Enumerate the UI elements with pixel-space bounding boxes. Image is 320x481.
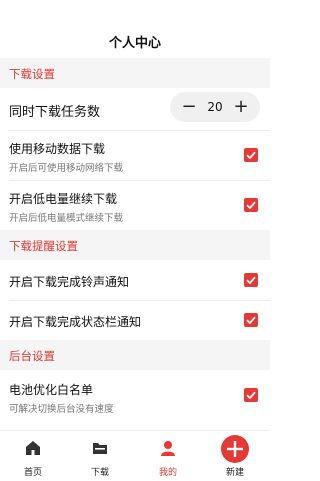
statusbar-label: 开启下载完成状态栏通知 (9, 315, 142, 329)
section-title: 下载设置 (9, 67, 55, 81)
tab-download[interactable]: 下载 (70, 431, 130, 481)
tab-label: 首页 (23, 468, 42, 478)
check-icon (246, 151, 256, 160)
user-icon (161, 441, 175, 456)
mobile-data-checkbox[interactable] (244, 148, 258, 162)
mobile-data-desc: 开启后可使用移动网络下载 (9, 163, 124, 174)
home-icon (26, 441, 40, 455)
increment-button[interactable]: + (228, 92, 254, 122)
low-battery-label: 开启低电量继续下载 (9, 192, 118, 206)
tab-label: 我的 (158, 468, 177, 478)
battery-whitelist-desc: 可解决切换后台没有速度 (9, 404, 114, 415)
folder-icon (93, 443, 107, 454)
section-header-reminder: 下载提醒设置 (0, 230, 270, 260)
battery-whitelist-row[interactable]: 电池优化白名单 可解决切换后台没有速度 (0, 370, 270, 420)
statusbar-checkbox[interactable] (244, 313, 258, 327)
low-battery-checkbox[interactable] (244, 198, 258, 212)
ringtone-label: 开启下载完成铃声通知 (9, 275, 130, 289)
mobile-data-label: 使用移动数据下载 (9, 142, 106, 156)
check-icon (246, 201, 256, 210)
new-task-label: 新建 (225, 468, 244, 478)
concurrent-tasks-stepper: − 20 + (170, 92, 260, 122)
ringtone-checkbox[interactable] (244, 273, 258, 287)
concurrent-tasks-label: 同时下载任务数 (9, 105, 101, 120)
check-icon (246, 316, 256, 325)
ringtone-row[interactable]: 开启下载完成铃声通知 (0, 260, 270, 300)
page-title: 个人中心 (108, 36, 161, 51)
statusbar-row[interactable]: 开启下载完成状态栏通知 (0, 301, 270, 340)
check-icon (246, 391, 256, 400)
section-header-background: 后台设置 (0, 340, 270, 370)
mobile-data-row[interactable]: 使用移动数据下载 开启后可使用移动网络下载 (0, 131, 270, 180)
battery-whitelist-label: 电池优化白名单 (9, 383, 94, 397)
new-task-button[interactable] (221, 435, 249, 463)
low-battery-row[interactable]: 开启低电量继续下载 开启后低电量模式继续下载 (0, 181, 270, 230)
low-battery-desc: 开启后低电量模式继续下载 (9, 213, 124, 224)
section-title: 下载提醒设置 (9, 239, 78, 253)
tab-profile[interactable]: 我的 (138, 431, 198, 481)
tab-home[interactable]: 首页 (3, 431, 63, 481)
plus-icon (227, 441, 243, 457)
section-title: 后台设置 (9, 349, 55, 363)
battery-whitelist-checkbox[interactable] (244, 388, 258, 402)
tab-label: 下载 (90, 468, 109, 478)
check-icon (246, 276, 256, 285)
section-header-download: 下载设置 (0, 58, 270, 88)
